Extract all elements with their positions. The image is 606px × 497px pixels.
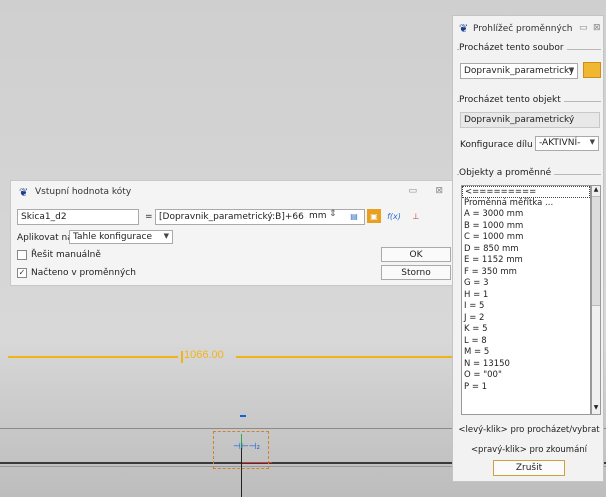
pin-icon[interactable]: ▭ <box>408 186 417 196</box>
app-logo-icon: ❦ <box>459 22 469 35</box>
file-select-value: Dopravnik_parametricky <box>464 66 575 76</box>
sketch-constraint-glyph[interactable]: ⊣⊢⊣₂ <box>233 442 260 452</box>
variable-browser-panel: ❦ Prohlížeč proměnných ▭ ⊠ Procházet ten… <box>452 15 604 482</box>
list-item[interactable]: D = 850 mm <box>462 244 590 256</box>
variable-browser-icon[interactable]: ▣ <box>367 209 381 223</box>
cancel-button[interactable]: Storno <box>381 265 451 280</box>
scroll-up-icon[interactable]: ▲ <box>592 186 600 196</box>
list-item[interactable]: E = 1152 mm <box>462 255 590 267</box>
list-item[interactable]: G = 3 <box>462 278 590 290</box>
dimension-line-right <box>236 356 454 358</box>
browse-file-group-label: Procházet tento soubor <box>459 43 567 53</box>
browse-object-group-label: Procházet tento objekt <box>459 95 564 105</box>
equals-sign: = <box>145 212 153 222</box>
list-item[interactable]: O = "00" <box>462 370 590 382</box>
folder-icon[interactable] <box>583 62 601 78</box>
sketch-point-marker <box>240 415 246 417</box>
loaded-in-variables-label: Načteno v proměnných <box>31 268 136 278</box>
list-item[interactable]: C = 1000 mm <box>462 232 590 244</box>
dialog-titlebar[interactable]: ❦ Vstupní hodnota kóty ▭ ⊠ <box>11 181 455 203</box>
pin-icon[interactable]: ▭ <box>579 23 588 33</box>
list-item[interactable]: F = 350 mm <box>462 267 590 279</box>
right-click-hint: <pravý-klik> pro zkoumání <box>470 445 588 455</box>
objects-variables-group-label: Objekty a proměnné <box>459 168 555 178</box>
chevron-down-icon: ▼ <box>589 138 595 146</box>
solve-manual-checkbox[interactable] <box>17 250 27 260</box>
unit-label: mm <box>309 211 327 221</box>
dimension-line-left <box>8 356 178 358</box>
app-logo-icon: ❦ <box>19 186 29 199</box>
dimension-input-dialog: ❦ Vstupní hodnota kóty ▭ ⊠ Skica1_d2 = [… <box>10 180 456 286</box>
dialog-title: Vstupní hodnota kóty <box>35 187 132 197</box>
close-icon[interactable]: ⊠ <box>435 186 443 196</box>
dimension-tool-icon[interactable]: ⊥ <box>409 209 423 223</box>
object-field: Dopravnik_parametrický <box>460 112 600 128</box>
list-item[interactable]: L = 8 <box>462 336 590 348</box>
list-item[interactable]: B = 1000 mm <box>462 221 590 233</box>
solve-manual-label: Řešit manuálně <box>31 250 101 260</box>
loaded-in-variables-checkbox[interactable]: ✓ <box>17 268 27 278</box>
configuration-label: Konfigurace dílu <box>460 140 533 150</box>
variables-list[interactable]: <========= Proměnná měřítka ... A = 3000… <box>461 185 591 415</box>
list-item[interactable]: P = 1 <box>462 382 590 394</box>
apply-to-value: Tahle konfigurace <box>73 232 153 242</box>
list-item[interactable]: I = 5 <box>462 301 590 313</box>
list-item[interactable]: <========= <box>462 186 590 198</box>
cancel-button[interactable]: Zrušit <box>493 460 565 476</box>
chevron-down-icon: ▼ <box>163 232 169 240</box>
list-item[interactable]: J = 2 <box>462 313 590 325</box>
value-stepper-icon[interactable]: ⇕ <box>329 209 337 219</box>
list-item[interactable]: A = 3000 mm <box>462 209 590 221</box>
configuration-value: -AKTIVNÍ- <box>539 138 581 148</box>
apply-to-label: Aplikovat na <box>17 233 73 243</box>
close-icon[interactable]: ⊠ <box>593 23 601 33</box>
list-item[interactable]: K = 5 <box>462 324 590 336</box>
axis-x-indicator <box>242 462 272 463</box>
scroll-thumb[interactable] <box>592 196 600 306</box>
list-item[interactable]: Proměnná měřítka ... <box>462 198 590 210</box>
panel-title: Prohlížeč proměnných <box>473 24 573 34</box>
dimension-tick <box>181 351 183 363</box>
chevron-down-icon: ▼ <box>568 66 574 74</box>
ok-button[interactable]: OK <box>381 247 451 262</box>
dimension-name-input[interactable]: Skica1_d2 <box>17 209 139 225</box>
apply-to-select[interactable]: Tahle konfigurace ▼ <box>69 230 173 244</box>
scroll-down-icon[interactable]: ▼ <box>592 404 600 414</box>
list-item[interactable]: H = 1 <box>462 290 590 302</box>
table-icon[interactable]: ▤ <box>347 209 361 223</box>
list-item[interactable]: M = 5 <box>462 347 590 359</box>
left-click-hint: <levý-klik> pro procházet/vybrat <box>458 425 600 435</box>
function-icon[interactable]: f(x) <box>387 209 401 223</box>
file-select[interactable]: Dopravnik_parametricky ▼ <box>460 63 578 79</box>
configuration-select[interactable]: -AKTIVNÍ- ▼ <box>535 136 599 151</box>
dimension-value[interactable]: 1066.00 <box>184 349 224 361</box>
list-item[interactable]: N = 13150 <box>462 359 590 371</box>
variables-list-scrollbar[interactable]: ▲ ▼ <box>591 185 601 415</box>
